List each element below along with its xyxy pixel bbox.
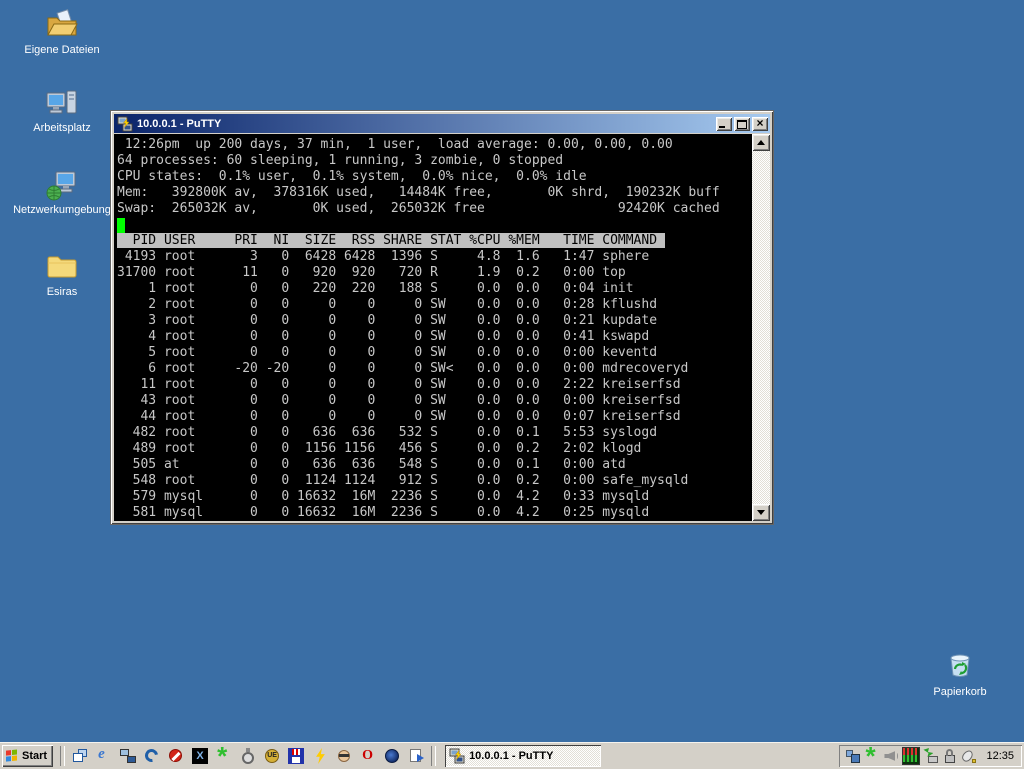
start-label: Start xyxy=(22,750,47,762)
terminal-line: 43 root 0 0 0 0 0 SW 0.0 0.0 0:00 kreise… xyxy=(117,393,752,409)
terminal-line: Swap: 265032K av, 0K used, 265032K free … xyxy=(117,201,752,217)
tray-icons xyxy=(845,747,977,765)
scrollbar[interactable] xyxy=(752,134,770,521)
window-title: 10.0.0.1 - PuTTY xyxy=(137,118,714,130)
network-neighborhood-icon xyxy=(45,168,79,202)
ultraedit-icon[interactable] xyxy=(264,748,280,764)
close-button[interactable]: × xyxy=(752,117,768,131)
taskbar-divider xyxy=(60,746,65,766)
desktop: Eigene Dateien Arbeitsplatz Netzwerkumge… xyxy=(0,0,1024,769)
terminal-line: 482 root 0 0 636 636 532 S 0.0 0.1 5:53 … xyxy=(117,425,752,441)
recycle-bin-icon xyxy=(943,650,977,684)
maximize-icon xyxy=(737,120,747,129)
terminal-line: 489 root 0 0 1156 1156 456 S 0.0 0.2 2:0… xyxy=(117,441,752,457)
quick-launch xyxy=(68,748,428,764)
putty-icon xyxy=(449,748,465,764)
terminal-line: 12:26pm up 200 days, 37 min, 1 user, loa… xyxy=(117,137,752,153)
x-window-icon[interactable] xyxy=(192,748,208,764)
terminal-line: PID USER PRI NI SIZE RSS SHARE STAT %CPU… xyxy=(117,233,752,249)
desktop-icon-label: Papierkorb xyxy=(904,686,1016,698)
lightning-icon[interactable] xyxy=(312,748,328,764)
terminal-line: 31700 root 11 0 920 920 720 R 1.9 0.2 0:… xyxy=(117,265,752,281)
blocks-icon[interactable] xyxy=(845,748,861,764)
scroll-up-button[interactable] xyxy=(752,134,770,151)
terminal-line: 581 mysql 0 0 16632 16M 2236 S 0.0 4.2 0… xyxy=(117,505,752,521)
taskbar: Start 10.0.0.1 - PuTTY 12:35 xyxy=(0,742,1024,769)
terminal-line: 4193 root 3 0 6428 6428 1396 S 4.8 1.6 1… xyxy=(117,249,752,265)
swirl-icon[interactable] xyxy=(144,748,160,764)
opera-icon[interactable] xyxy=(360,748,376,764)
lock-icon[interactable] xyxy=(942,748,958,764)
terminal-line: 64 processes: 60 sleeping, 1 running, 3 … xyxy=(117,153,752,169)
terminal-screen[interactable]: 12:26pm up 200 days, 37 min, 1 user, loa… xyxy=(114,134,752,521)
desktop-icon-label: Esiras xyxy=(6,286,118,298)
volume-icon[interactable] xyxy=(883,748,899,764)
system-tray: 12:35 xyxy=(839,745,1022,767)
stopwatch-icon[interactable] xyxy=(240,748,256,764)
icq-flower-icon[interactable] xyxy=(216,748,232,764)
terminal-line: Mem: 392800K av, 378316K used, 14484K fr… xyxy=(117,185,752,201)
sync-icon[interactable] xyxy=(923,748,939,764)
desktop-icon-eigene-dateien[interactable]: Eigene Dateien xyxy=(6,8,118,56)
window-titlebar[interactable]: 10.0.0.1 - PuTTY × xyxy=(114,114,770,133)
icq-flower-icon[interactable] xyxy=(864,748,880,764)
desktop-icon-papierkorb[interactable]: Papierkorb xyxy=(904,650,1016,698)
face-icon[interactable] xyxy=(336,748,352,764)
terminal-line: CPU states: 0.1% user, 0.1% system, 0.0%… xyxy=(117,169,752,185)
taskbar-divider xyxy=(431,746,436,766)
terminal-line: 44 root 0 0 0 0 0 SW 0.0 0.0 0:07 kreise… xyxy=(117,409,752,425)
desktop-icon-label: Arbeitsplatz xyxy=(6,122,118,134)
terminal-line: 1 root 0 0 220 220 188 S 0.0 0.0 0:04 in… xyxy=(117,281,752,297)
document-icon[interactable] xyxy=(408,748,424,764)
maximize-button[interactable] xyxy=(734,117,750,131)
taskbar-clock[interactable]: 12:35 xyxy=(986,750,1014,762)
putty-icon xyxy=(117,116,133,132)
terminal-line: 579 mysql 0 0 16632 16M 2236 S 0.0 4.2 0… xyxy=(117,489,752,505)
terminal-line: 548 root 0 0 1124 1124 912 S 0.0 0.2 0:0… xyxy=(117,473,752,489)
desktop-icon-label: Eigene Dateien xyxy=(6,44,118,56)
terminal-line: 4 root 0 0 0 0 0 SW 0.0 0.0 0:41 kswapd xyxy=(117,329,752,345)
mouse-icon[interactable] xyxy=(961,748,977,764)
terminal-line: 5 root 0 0 0 0 0 SW 0.0 0.0 0:00 keventd xyxy=(117,345,752,361)
terminal-cursor xyxy=(117,218,125,233)
folder-icon xyxy=(45,250,79,284)
no-entry-icon[interactable] xyxy=(168,748,184,764)
minimize-button[interactable] xyxy=(716,117,732,131)
windows-logo-icon xyxy=(6,749,19,763)
terminal-line: 6 root -20 -20 0 0 0 SW< 0.0 0.0 0:00 md… xyxy=(117,361,752,377)
terminal-line: 3 root 0 0 0 0 0 SW 0.0 0.0 0:21 kupdate xyxy=(117,313,752,329)
my-documents-folder-icon xyxy=(45,8,79,42)
desktop-icon-netzwerkumgebung[interactable]: Netzwerkumgebung xyxy=(6,168,118,216)
putty-window: 10.0.0.1 - PuTTY × 12:26pm up 200 days, … xyxy=(111,111,773,524)
globe-icon[interactable] xyxy=(384,748,400,764)
process-table-header: PID USER PRI NI SIZE RSS SHARE STAT %CPU… xyxy=(117,233,665,248)
desktop-icon-esiras[interactable]: Esiras xyxy=(6,250,118,298)
arrow-up-icon xyxy=(757,140,765,145)
terminal-line xyxy=(117,217,752,233)
traffic-meter-icon[interactable] xyxy=(902,747,920,765)
start-button[interactable]: Start xyxy=(2,745,53,767)
taskbar-button-label: 10.0.0.1 - PuTTY xyxy=(469,750,553,762)
internet-explorer-icon[interactable] xyxy=(96,748,112,764)
scroll-down-button[interactable] xyxy=(752,504,770,521)
my-computer-icon xyxy=(45,86,79,120)
terminal-line: 505 at 0 0 636 636 548 S 0.0 0.1 0:00 at… xyxy=(117,457,752,473)
close-icon: × xyxy=(752,117,768,131)
putty-icon[interactable] xyxy=(120,748,136,764)
arrow-down-icon xyxy=(757,510,765,515)
terminal-line: 11 root 0 0 0 0 0 SW 0.0 0.0 2:22 kreise… xyxy=(117,377,752,393)
taskbar-putty-button[interactable]: 10.0.0.1 - PuTTY xyxy=(445,745,601,767)
floppy-icon[interactable] xyxy=(288,748,304,764)
desktop-icon-label: Netzwerkumgebung xyxy=(6,204,118,216)
show-desktop-icon[interactable] xyxy=(72,748,88,764)
minimize-icon xyxy=(719,126,725,128)
terminal-line: 2 root 0 0 0 0 0 SW 0.0 0.0 0:28 kflushd xyxy=(117,297,752,313)
desktop-icon-arbeitsplatz[interactable]: Arbeitsplatz xyxy=(6,86,118,134)
